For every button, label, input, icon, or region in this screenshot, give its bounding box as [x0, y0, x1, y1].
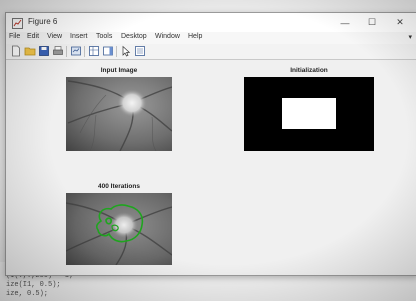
result-image [66, 193, 172, 265]
menu-file[interactable]: File [9, 33, 20, 40]
figure-canvas[interactable]: Input Image Initialization 400 Iteration… [6, 60, 416, 275]
close-button[interactable]: ✕ [387, 13, 413, 32]
input-image [66, 77, 172, 151]
print-icon[interactable] [52, 45, 64, 57]
initialization-mask [244, 77, 374, 151]
minimize-button[interactable]: — [332, 13, 358, 32]
toolbar-separator [84, 46, 85, 57]
menu-edit[interactable]: Edit [27, 33, 39, 40]
menu-bar: File Edit View Insert Tools Desktop Wind… [6, 32, 416, 44]
toolbar-separator [66, 46, 67, 57]
pointer-icon[interactable] [120, 45, 132, 57]
title-bar[interactable]: Figure 6 — ☐ ✕ [6, 13, 416, 33]
maximize-button[interactable]: ☐ [359, 13, 385, 32]
open-file-icon[interactable] [24, 45, 36, 57]
insert-colorbar-icon[interactable] [102, 45, 114, 57]
link-plot-icon[interactable] [88, 45, 100, 57]
menu-desktop[interactable]: Desktop [121, 33, 147, 40]
edit-plot-icon[interactable] [70, 45, 82, 57]
menu-view[interactable]: View [47, 33, 62, 40]
input-image-title: Input Image [100, 67, 138, 74]
menu-insert[interactable]: Insert [70, 33, 88, 40]
menu-window[interactable]: Window [155, 33, 180, 40]
chevron-down-icon[interactable]: ▾ [408, 33, 412, 41]
console-line: ize(I1, 0.5); [6, 281, 61, 289]
console-line: ize, 0.5); [6, 290, 49, 298]
result-title: 400 Iterations [98, 183, 140, 190]
insert-legend-icon[interactable] [134, 45, 146, 57]
new-figure-icon[interactable] [10, 45, 22, 57]
figure-window: Figure 6 — ☐ ✕ File Edit View Insert Too… [5, 12, 416, 276]
toolbar [6, 44, 416, 60]
initialization-title: Initialization [290, 67, 328, 74]
menu-tools[interactable]: Tools [96, 33, 112, 40]
toolbar-separator [116, 46, 117, 57]
menu-help[interactable]: Help [188, 33, 202, 40]
window-title: Figure 6 [28, 17, 58, 26]
save-icon[interactable] [38, 45, 50, 57]
figure-icon [12, 18, 23, 29]
